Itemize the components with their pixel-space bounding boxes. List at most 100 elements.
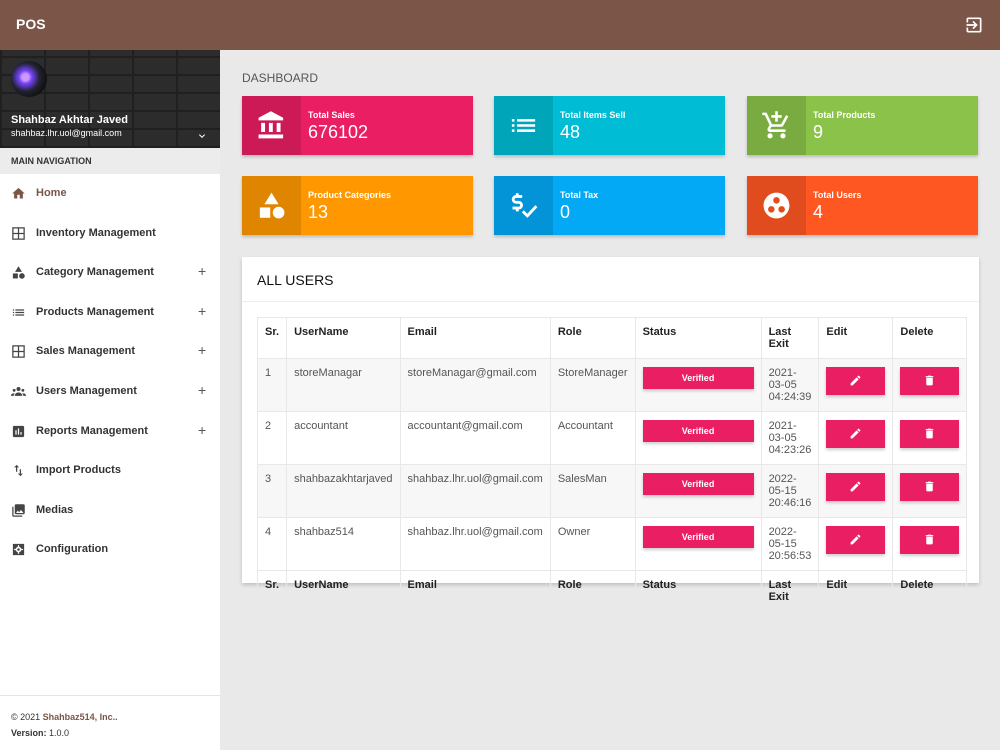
cell-email: shahbaz.lhr.uol@gmail.com xyxy=(399,464,551,518)
expand-plus-icon[interactable]: + xyxy=(198,382,206,398)
column-footer: Status xyxy=(634,570,762,612)
cell-username: shahbaz514 xyxy=(286,517,401,571)
stat-label: Product Categories xyxy=(308,190,392,200)
sidebar-item-label: Inventory Management xyxy=(36,226,156,239)
status-badge[interactable]: Verified xyxy=(642,526,754,548)
status-badge[interactable]: Verified xyxy=(642,367,754,389)
last-exit-time: 20:56:53 xyxy=(768,550,812,562)
cell-delete xyxy=(892,464,968,518)
stat-card-total-users[interactable]: Total Users 4 xyxy=(747,176,978,235)
card-title: ALL USERS xyxy=(242,257,979,302)
edit-button[interactable] xyxy=(826,473,886,501)
cell-email: storeManagar@gmail.com xyxy=(399,358,551,412)
last-exit-time: 04:23:26 xyxy=(768,444,812,456)
stat-card-product-categories[interactable]: Product Categories 13 xyxy=(242,176,473,235)
cell-edit xyxy=(818,411,894,465)
cell-status: Verified xyxy=(634,464,762,518)
column-header: Last Exit xyxy=(760,317,820,359)
sidebar-item-sales[interactable]: Sales Management + xyxy=(0,332,220,372)
delete-button[interactable] xyxy=(900,420,960,448)
sidebar-item-import[interactable]: Import Products xyxy=(0,451,220,491)
delete-button[interactable] xyxy=(900,473,960,501)
delete-button[interactable] xyxy=(900,526,960,554)
status-badge[interactable]: Verified xyxy=(642,473,754,495)
table-row: 3 shahbazakhtarjaved shahbaz.lhr.uol@gma… xyxy=(256,464,968,518)
app-title[interactable]: POS xyxy=(16,16,46,32)
edit-button[interactable] xyxy=(826,526,886,554)
column-footer: Last Exit xyxy=(760,570,820,612)
users-table: Sr. UserName Email Role Status Last Exit… xyxy=(256,317,968,612)
sidebar-item-category[interactable]: Category Management + xyxy=(0,253,220,293)
cell-delete xyxy=(892,411,968,465)
sidebar: Shahbaz Akhtar Javed shahbaz.lhr.uol@gma… xyxy=(0,50,220,750)
expand-plus-icon[interactable]: + xyxy=(198,342,206,358)
sidebar-item-products[interactable]: Products Management + xyxy=(0,293,220,333)
grid-icon xyxy=(12,345,25,359)
table-row: 2 accountant accountant@gmail.com Accoun… xyxy=(256,411,968,465)
expand-plus-icon[interactable]: + xyxy=(198,263,206,279)
column-footer: Email xyxy=(399,570,551,612)
table-footer-row: Sr. UserName Email Role Status Last Exit… xyxy=(256,570,968,612)
stat-label: Total Products xyxy=(813,110,876,120)
copyright-brand-link[interactable]: Shahbaz514, Inc.. xyxy=(43,712,118,722)
sidebar-item-users[interactable]: Users Management + xyxy=(0,372,220,412)
stat-value: 9 xyxy=(813,122,824,142)
copyright-line: © 2021 Shahbaz514, Inc.. xyxy=(11,709,209,725)
delete-button[interactable] xyxy=(900,367,960,395)
edit-button[interactable] xyxy=(826,420,886,448)
cell-role: Owner xyxy=(549,517,636,571)
cell-delete xyxy=(892,517,968,571)
edit-button[interactable] xyxy=(826,367,886,395)
sidebar-item-reports[interactable]: Reports Management + xyxy=(0,412,220,452)
users-icon xyxy=(11,386,26,396)
stat-value: 13 xyxy=(308,202,329,222)
list-icon xyxy=(511,119,536,132)
sidebar-item-configuration[interactable]: Configuration xyxy=(0,530,220,570)
cart-icon xyxy=(762,111,789,139)
stat-label: Total Items Sell xyxy=(560,110,626,120)
sidebar-item-label: Home xyxy=(36,187,67,199)
cell-edit xyxy=(818,517,894,571)
stat-card-total-products[interactable]: Total Products 9 xyxy=(747,96,978,155)
legal-footer: © 2021 Shahbaz514, Inc.. Version: 1.0.0 xyxy=(0,695,220,750)
table-row: 4 shahbaz514 shahbaz.lhr.uol@gmail.com O… xyxy=(256,517,968,571)
all-users-card: ALL USERS Sr. UserName Email Role Status… xyxy=(242,257,979,612)
stat-card-total-tax[interactable]: Total Tax 0 xyxy=(494,176,725,235)
logout-icon[interactable] xyxy=(964,15,984,35)
cell-sr: 1 xyxy=(256,358,288,412)
cell-status: Verified xyxy=(634,411,762,465)
expand-plus-icon[interactable]: + xyxy=(198,303,206,319)
stat-card-total-items-sell[interactable]: Total Items Sell 48 xyxy=(494,96,725,155)
top-bar: POS xyxy=(0,0,1000,50)
cell-delete xyxy=(892,358,968,412)
stat-value: 48 xyxy=(560,122,581,142)
sidebar-item-label: Products Management xyxy=(36,305,154,318)
sidebar-item-medias[interactable]: Medias xyxy=(0,491,220,531)
sidebar-item-inventory[interactable]: Inventory Management xyxy=(0,214,220,254)
pencil-icon xyxy=(851,481,861,492)
version-value: 1.0.0 xyxy=(46,728,70,738)
expand-plus-icon[interactable]: + xyxy=(198,422,206,438)
stat-label: Total Tax xyxy=(560,190,599,200)
chevron-down-icon[interactable] xyxy=(196,130,208,142)
stat-card-total-sales[interactable]: Total Sales 676102 xyxy=(242,96,473,155)
status-badge[interactable]: Verified xyxy=(642,420,754,442)
sidebar-item-label: Sales Management xyxy=(36,345,136,358)
stat-value: 0 xyxy=(560,202,571,222)
cell-status: Verified xyxy=(634,517,762,571)
cell-email: shahbaz.lhr.uol@gmail.com xyxy=(399,517,551,571)
cell-username: storeManagar xyxy=(286,358,401,412)
cell-username: shahbazakhtarjaved xyxy=(286,464,401,518)
cell-last-exit: 2022-05-15 20:46:16 xyxy=(760,464,820,518)
pencil-icon xyxy=(851,428,861,439)
cell-last-exit: 2022-05-15 20:56:53 xyxy=(760,517,820,571)
trash-icon xyxy=(926,428,934,439)
stat-label: Total Users xyxy=(813,190,862,200)
home-icon xyxy=(12,187,25,199)
sidebar-item-home[interactable]: Home xyxy=(0,174,220,214)
column-header: Edit xyxy=(818,317,894,359)
cell-last-exit: 2021-03-05 04:24:39 xyxy=(760,358,820,412)
column-footer: UserName xyxy=(286,570,401,612)
table-row: 1 storeManagar storeManagar@gmail.com St… xyxy=(256,358,968,412)
column-header: Email xyxy=(399,317,551,359)
